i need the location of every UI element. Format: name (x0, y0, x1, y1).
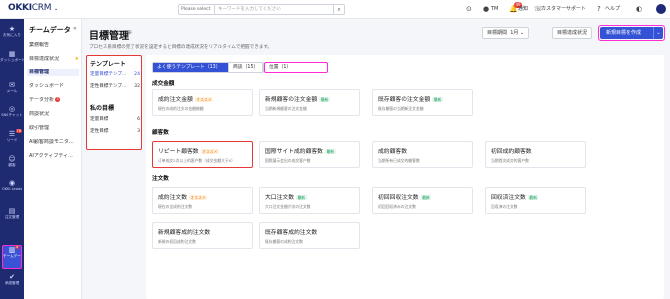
my-goals-heading: 私の目標 (90, 105, 115, 112)
customer-support-link[interactable]: カスタマーサポート (541, 4, 586, 15)
create-goal-button[interactable]: 新規目標を作成 ⌄ (598, 25, 665, 41)
customer-icon: ☺ (8, 155, 16, 163)
rail-okki-leads[interactable]: ◉ OKKI Leads (0, 179, 24, 203)
goal-card[interactable]: 国際サイト成約顧客数 最新 国際展示会出の成交客户数 (259, 141, 360, 168)
goal-card[interactable]: 成約注文金額 オススメ 現在の成約注文の金額総額 (152, 89, 253, 116)
goal-card[interactable]: 初回回収注文数 最新 初回回収済みの注文数 (372, 187, 473, 214)
sidebar-item-dashboard[interactable]: ダッシュボード (29, 83, 81, 90)
template-panel: テンプレート 定量目標テンプ... 24 定性目標テンプ... 32 私の目標 … (86, 55, 142, 150)
sidebar-item-ai-monitor[interactable]: AI顧客商談モニタ... (29, 139, 81, 146)
goal-card[interactable]: 回収済注文数 最新 回収済の注文数 (485, 187, 586, 214)
order-icon: ▤ (8, 207, 16, 215)
sidebar-item-goal-management[interactable]: 目標管理 (27, 69, 79, 76)
approval-icon: ✔ (9, 273, 15, 281)
goal-card[interactable]: 成約注文数 オススメ 現在の全成約注文数 (152, 187, 253, 214)
page-subtitle: プロセス系目標の完了状況を設定すると目標の達成状況をリアルタイムで把握できます。 (89, 45, 273, 50)
chat-icon: ◎ (8, 105, 16, 113)
sidebar-item-data-analysis[interactable]: データ分析 3 (29, 97, 81, 104)
user-avatar[interactable] (656, 4, 666, 14)
team-data-badge: 4 (14, 245, 19, 249)
sidebar-item-work-report[interactable]: 業務報告 (29, 42, 81, 49)
rail-leads[interactable]: ☰ 78 リード (0, 129, 24, 150)
rail-approvals[interactable]: ✔ 承認管理 (0, 273, 24, 295)
sidebar-item-ai-activity[interactable]: AIアクティブティ... (29, 153, 81, 160)
user-status-icon[interactable]: ● (483, 4, 489, 15)
new-tag: 最新 (296, 195, 307, 200)
goal-card[interactable]: 新規顧客成約注文数 新規の初回成約注文数 (152, 222, 253, 249)
section-title-customers: 顧客数 (152, 130, 169, 136)
my-goal-qualitative[interactable]: 定性目標 3 (90, 129, 140, 135)
template-content: よく使うテンプレート（13） 商談（15） 位置（1） 成交金額 成約注文金額オ… (146, 55, 664, 299)
rail-orders[interactable]: ▤ 注文管理 (0, 207, 24, 227)
notification-label[interactable]: 通知 (518, 4, 528, 15)
tab-deals[interactable]: 商談（15） (229, 63, 263, 72)
search-scope-select[interactable]: Please select (178, 4, 214, 15)
info-icon[interactable]: ⊕ (127, 29, 132, 36)
history-icon[interactable]: ⊙ (466, 4, 472, 15)
mail-icon: ✉ (9, 81, 15, 89)
recommended-tag: オススメ (194, 97, 213, 102)
page-title: 目標管理 (89, 31, 129, 42)
create-dropdown-chevron-icon[interactable]: ⌄ (653, 27, 663, 39)
template-heading: テンプレート (90, 61, 126, 68)
recommended-tag: オススメ (189, 195, 208, 200)
help-link[interactable]: ヘルプ (605, 4, 620, 15)
goal-card[interactable]: 既存顧客の注文金額 最新 既存顧客の当期新注文金額 (372, 89, 473, 116)
recommended-tag: オススメ (200, 149, 219, 154)
app-logo[interactable]: OKKICRM ⌄ (8, 3, 58, 13)
rail-dashboard[interactable]: ▦ ダッシュボード (0, 50, 24, 76)
search-input[interactable]: キーワードを入力してください (214, 4, 334, 15)
template-quantitative[interactable]: 定量目標テンプ... 24 (90, 72, 140, 78)
goal-card[interactable]: 初回成約顧客数 当期首次成交的客户数 (485, 141, 586, 168)
help-icon[interactable]: ? (597, 4, 601, 15)
sidebar-item-deal-status[interactable]: 商談状況 (29, 111, 81, 118)
tab-location[interactable]: 位置（1） (265, 63, 327, 72)
goal-card[interactable]: 新規顧客の注文金額 最新 当期新規顧客の注文金額 (259, 89, 360, 116)
new-tag: 最新 (319, 97, 330, 102)
template-tabs: よく使うテンプレート（13） 商談（15） (152, 62, 264, 73)
sidebar-title: チームデータ (29, 26, 71, 34)
sidebar-item-transactions[interactable]: 取引管理 (29, 125, 81, 132)
sidebar-item-goal-status[interactable]: 目標達成状況 ★ (29, 56, 81, 63)
star-icon: ★ (8, 25, 16, 33)
new-tag: 最新 (420, 195, 432, 200)
search-icon[interactable]: ⌕ (334, 4, 345, 15)
goal-card[interactable]: 成約顧客数 当期所有已成交的顧客数 (372, 141, 473, 168)
section-title-orders: 注文数 (152, 176, 169, 182)
new-tag: 最新 (527, 195, 539, 200)
goal-card[interactable]: 既存顧客成約注文数 既存顧客の成約注文数 (259, 222, 360, 249)
rail-favorites[interactable]: ★ お気に入り (0, 25, 24, 47)
rail-mail[interactable]: ✉ メール (0, 81, 24, 101)
new-tag: 最新 (324, 149, 336, 154)
okki-leads-icon: ◉ (8, 179, 16, 187)
tab-frequently-used[interactable]: よく使うテンプレート（13） (153, 63, 229, 72)
chevron-down-icon: ⌄ (519, 30, 525, 36)
template-qualitative[interactable]: 定性目標テンプ... 32 (90, 84, 140, 90)
leads-badge: 78 (15, 129, 22, 133)
goal-card[interactable]: 大口注文数 最新 大口注文金額が次の注文数 (259, 187, 360, 214)
rail-customers[interactable]: ☺ 顧客 (0, 155, 24, 175)
favorite-star-icon[interactable]: ★ (75, 56, 79, 63)
rail-sns-chat[interactable]: ◎ SNSチャット (0, 105, 24, 127)
tab-location-wrap: 位置（1） (264, 62, 328, 73)
team-data-sidebar: チームデータ « 業務報告 目標達成状況 ★ 目標管理 ダッシュボード データ分… (24, 19, 82, 299)
goal-period-select[interactable]: 目標期間 1月 ⌄ (482, 27, 530, 39)
rail-team-data[interactable]: ▥ 4 チームデータ (2, 245, 22, 269)
dashboard-icon: ▦ (8, 50, 16, 58)
data-analysis-badge: 3 (55, 97, 61, 102)
goal-card[interactable]: リピート顧客数 オススメ 订单成交2次以上的客户数（成交金额大于0） (152, 141, 253, 168)
left-rail: ★ お気に入り ▦ ダッシュボード ✉ メール ◎ SNSチャット ☰ 78 リ… (0, 19, 24, 299)
top-bar: OKKICRM ⌄ Please select キーワードを入力してください ⌕… (0, 0, 670, 19)
collapse-icon[interactable]: « (73, 25, 77, 32)
dark-mode-icon[interactable]: ◐ (636, 4, 642, 15)
my-goal-quantitative[interactable]: 定量目標 6 (90, 117, 140, 123)
goal-status-button[interactable]: 目標達成状況 (552, 27, 593, 39)
new-tag: 最新 (432, 97, 443, 102)
section-title-sales-amount: 成交金額 (152, 81, 175, 87)
user-initials[interactable]: TM (491, 4, 498, 15)
